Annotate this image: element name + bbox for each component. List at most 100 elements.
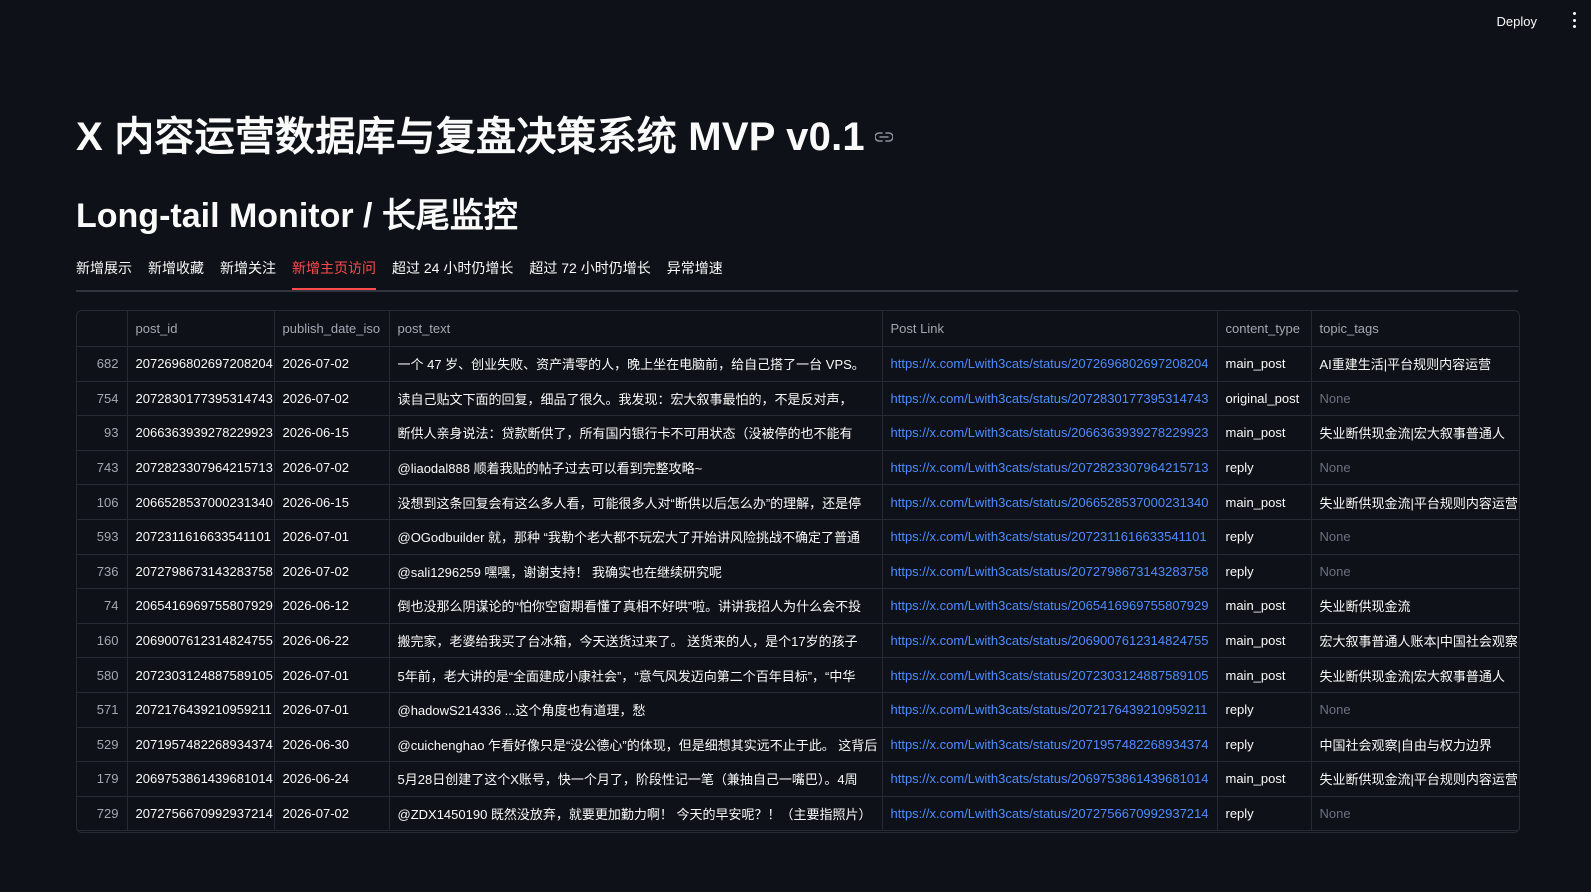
table-row[interactable]: 682 2072696802697208204 2026-07-02 一个 47 岁、…: [77, 346, 1519, 382]
cell-link[interactable]: https://x.com/Lwith3cats/status/20727986…: [882, 554, 1218, 590]
cell-text: @hadowS214336 ...这个角度也有道理，愁: [389, 692, 883, 728]
cell-type: original_post: [1217, 381, 1312, 417]
table-row[interactable]: 106 2066528537000231340 2026-06-15 没想到这条回复会…: [77, 484, 1519, 520]
column-header[interactable]: post_id: [127, 311, 275, 347]
cell-text: 一个 47 岁、创业失败、资产清零的人，晚上坐在电脑前，给自己搭了一台 VPS。: [389, 346, 883, 382]
cell-link[interactable]: https://x.com/Lwith3cats/status/20723031…: [882, 657, 1218, 693]
tab-2[interactable]: 新增关注: [220, 252, 276, 288]
table-row[interactable]: 736 2072798673143283758 2026-07-02 @sali129…: [77, 554, 1519, 590]
table-row[interactable]: 74 2065416969755807929 2026-06-12 倒也没那么阴谋论的…: [77, 588, 1519, 624]
cell-type: reply: [1217, 554, 1312, 590]
cell-idx: 93: [77, 415, 128, 451]
cell-tags: None: [1311, 554, 1519, 590]
cell-type: main_post: [1217, 588, 1312, 624]
cell-link[interactable]: https://x.com/Lwith3cats/status/20690076…: [882, 623, 1218, 659]
cell-type: main_post: [1217, 415, 1312, 451]
cell-link[interactable]: https://x.com/Lwith3cats/status/20719574…: [882, 727, 1218, 763]
table-row[interactable]: 593 2072311616633541101 2026-07-01 @OGodbui…: [77, 519, 1519, 555]
cell-type: main_post: [1217, 657, 1312, 693]
cell-date: 2026-07-02: [274, 554, 390, 590]
column-header[interactable]: topic_tags: [1311, 311, 1519, 347]
cell-link[interactable]: https://x.com/Lwith3cats/status/20727566…: [882, 796, 1218, 832]
cell-idx: 754: [77, 381, 128, 417]
cell-link[interactable]: https://x.com/Lwith3cats/status/20654169…: [882, 588, 1218, 624]
deploy-button[interactable]: Deploy: [1493, 10, 1541, 32]
cell-idx: 593: [77, 519, 128, 555]
top-bar: Deploy: [0, 0, 1591, 40]
column-header[interactable]: Post Link: [882, 311, 1218, 347]
cell-date: 2026-07-02: [274, 796, 390, 832]
table-row[interactable]: 754 2072830177395314743 2026-07-02 读自己贴文下面的…: [77, 381, 1519, 417]
tab-3[interactable]: 新增主页访问: [292, 252, 376, 290]
cell-text: @cuichenghao 乍看好像只是“没公德心”的体现，但是细想其实远不止于此…: [389, 727, 883, 763]
cell-tags: 失业断供现金流|平台规则内容运营: [1311, 761, 1519, 797]
title-row: X 内容运营数据库与复盘决策系统 MVP v0.1: [76, 104, 893, 162]
cell-idx: 529: [77, 727, 128, 763]
cell-post-id: 2066363939278229923: [127, 415, 275, 451]
tab-1[interactable]: 新增收藏: [148, 252, 204, 288]
page-title: X 内容运营数据库与复盘决策系统 MVP v0.1: [76, 115, 865, 159]
cell-idx: 179: [77, 761, 128, 797]
table-row[interactable]: 571 2072176439210959211 2026-07-01 @hadowS2…: [77, 692, 1519, 728]
tab-4[interactable]: 超过 24 小时仍增长: [392, 252, 513, 288]
cell-idx: 736: [77, 554, 128, 590]
column-header[interactable]: content_type: [1217, 311, 1312, 347]
cell-type: main_post: [1217, 346, 1312, 382]
cell-link[interactable]: https://x.com/Lwith3cats/status/20665285…: [882, 484, 1218, 520]
cell-date: 2026-07-01: [274, 692, 390, 728]
table-row[interactable]: 160 2069007612314824755 2026-06-22 搬完家，老婆给我…: [77, 623, 1519, 659]
cell-text: 读自己贴文下面的回复，细品了很久。我发现：宏大叙事最怕的，不是反对声，: [389, 381, 883, 417]
table-row[interactable]: 179 2069753861439681014 2026-06-24 5月28日创建了…: [77, 761, 1519, 797]
cell-date: 2026-07-01: [274, 519, 390, 555]
cell-tags: 失业断供现金流: [1311, 588, 1519, 624]
cell-link[interactable]: https://x.com/Lwith3cats/status/20663639…: [882, 415, 1218, 451]
cell-text: 倒也没那么阴谋论的“怕你空窗期看懂了真相不好哄”啦。讲讲我招人为什么会不投: [389, 588, 883, 624]
cell-idx: 729: [77, 796, 128, 832]
section-subtitle: Long-tail Monitor / 长尾监控: [76, 197, 518, 235]
cell-idx: 160: [77, 623, 128, 659]
table-row[interactable]: 743 2072823307964215713 2026-07-02 @liaodal…: [77, 450, 1519, 486]
table-row[interactable]: 729 2072756670992937214 2026-07-02 @ZDX1450…: [77, 796, 1519, 832]
cell-type: reply: [1217, 727, 1312, 763]
cell-text: @OGodbuilder 就，那种 “我勒个老大都不玩宏大了开始讲风险挑战不确定…: [389, 519, 883, 555]
cell-tags: 宏大叙事普通人账本|中国社会观察: [1311, 623, 1519, 659]
table-row[interactable]: 580 2072303124887589105 2026-07-01 5年前，老大讲的…: [77, 657, 1519, 693]
tab-6[interactable]: 异常增速: [667, 252, 723, 288]
cell-idx: 571: [77, 692, 128, 728]
cell-type: main_post: [1217, 484, 1312, 520]
cell-text: 搬完家，老婆给我买了台冰箱，今天送货过来了。 送货来的人，是个17岁的孩子: [389, 623, 883, 659]
cell-link[interactable]: https://x.com/Lwith3cats/status/20697538…: [882, 761, 1218, 797]
cell-type: reply: [1217, 450, 1312, 486]
cell-post-id: 2069753861439681014: [127, 761, 275, 797]
cell-post-id: 2072696802697208204: [127, 346, 275, 382]
data-table[interactable]: post_id publish_date_iso post_text Post Lin…: [76, 310, 1520, 833]
column-header[interactable]: publish_date_iso: [274, 311, 390, 347]
cell-text: @ZDX1450190 既然没放弃，就要更加勤力啊！ 今天的早安呢？！（主要指照…: [389, 796, 883, 832]
column-header[interactable]: post_text: [389, 311, 883, 347]
table-row[interactable]: 93 2066363939278229923 2026-06-15 断供人亲身说法：贷…: [77, 415, 1519, 451]
cell-date: 2026-07-02: [274, 381, 390, 417]
cell-link[interactable]: https://x.com/Lwith3cats/status/20726968…: [882, 346, 1218, 382]
cell-post-id: 2072303124887589105: [127, 657, 275, 693]
cell-post-id: 2072176439210959211: [127, 692, 275, 728]
cell-link[interactable]: https://x.com/Lwith3cats/status/20728301…: [882, 381, 1218, 417]
table-row[interactable]: 529 2071957482268934374 2026-06-30 @cuichen…: [77, 727, 1519, 763]
cell-post-id: 2066528537000231340: [127, 484, 275, 520]
tab-bar: 新增展示 新增收藏 新增关注 新增主页访问 超过 24 小时仍增长 超过 72 小时仍增长…: [76, 252, 1518, 292]
column-header[interactable]: [77, 311, 128, 347]
cell-type: reply: [1217, 692, 1312, 728]
cell-date: 2026-06-12: [274, 588, 390, 624]
table-header-row: post_id publish_date_iso post_text Post Lin…: [77, 311, 1519, 347]
tab-5[interactable]: 超过 72 小时仍增长: [529, 252, 650, 288]
cell-text: 没想到这条回复会有这么多人看，可能很多人对“断供以后怎么办”的理解，还是停: [389, 484, 883, 520]
tab-0[interactable]: 新增展示: [76, 252, 132, 288]
more-options-icon[interactable]: [1571, 12, 1577, 28]
cell-post-id: 2072798673143283758: [127, 554, 275, 590]
cell-date: 2026-06-30: [274, 727, 390, 763]
cell-link[interactable]: https://x.com/Lwith3cats/status/20721764…: [882, 692, 1218, 728]
cell-link[interactable]: https://x.com/Lwith3cats/status/20728233…: [882, 450, 1218, 486]
cell-text: 5年前，老大讲的是“全面建成小康社会”，“意气风发迈向第二个百年目标”，“中华: [389, 657, 883, 693]
anchor-link-icon[interactable]: [874, 131, 893, 143]
cell-link[interactable]: https://x.com/Lwith3cats/status/20723116…: [882, 519, 1218, 555]
cell-type: reply: [1217, 519, 1312, 555]
